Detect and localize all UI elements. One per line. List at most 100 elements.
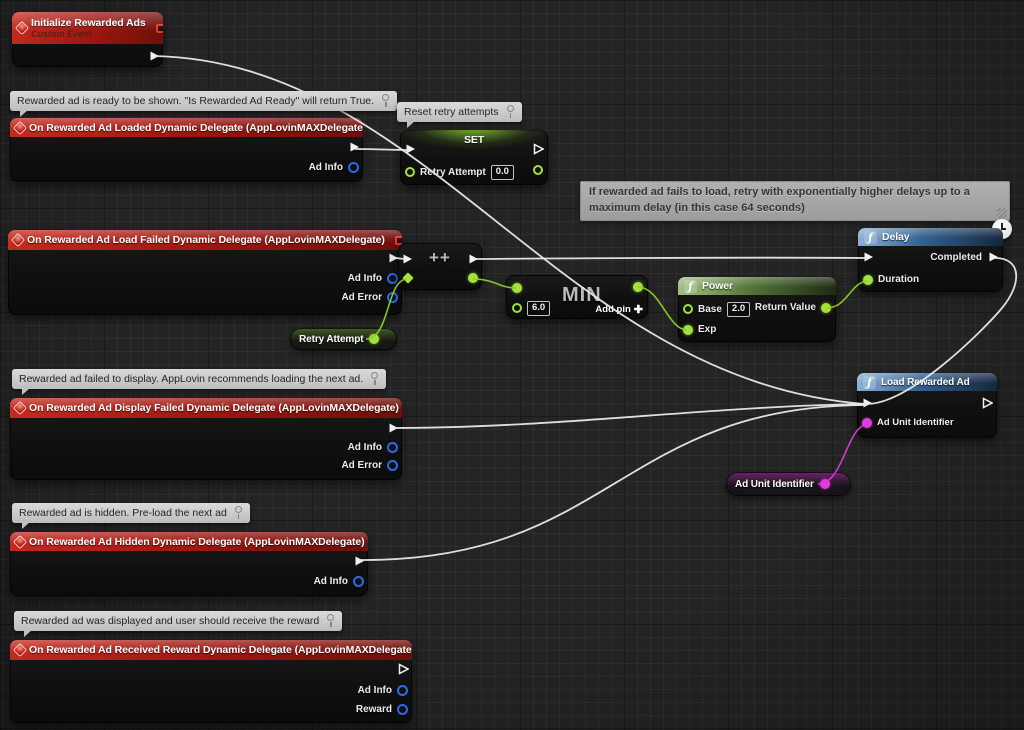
pin-label-duration: Duration — [878, 274, 919, 285]
node-title: Delay — [882, 231, 910, 243]
comment-pin-icon[interactable] — [370, 372, 379, 386]
increment-symbol: ++ — [429, 248, 451, 268]
function-icon — [863, 376, 876, 389]
add-pin-label: Add pin — [595, 304, 630, 315]
retry-attempt-input-pin[interactable] — [405, 167, 415, 177]
ad-error-pin[interactable] — [387, 460, 398, 471]
event-diamond-icon — [12, 234, 23, 245]
retry-attempt-value-input[interactable]: 0.0 — [491, 165, 514, 180]
node-on-rewarded-ad-display-failed[interactable]: On Rewarded Ad Display Failed Dynamic De… — [10, 398, 402, 480]
comment-bubble-display-failed: Rewarded ad failed to display. AppLovin … — [12, 369, 386, 389]
pin-label-ad-error: Ad Error — [341, 292, 382, 303]
wire-increment-to-delay — [474, 258, 867, 259]
node-title: On Rewarded Ad Received Reward Dynamic D… — [29, 644, 412, 656]
function-icon — [684, 280, 697, 293]
duration-input-pin[interactable] — [863, 275, 873, 285]
retry-attempt-output-pin[interactable] — [369, 334, 379, 344]
pin-label-ad-error: Ad Error — [341, 460, 382, 471]
min-input-b-pin[interactable] — [512, 303, 522, 313]
blueprint-graph-canvas[interactable]: Initialize Rewarded Ads Custom Event Rew… — [0, 0, 1024, 730]
comment-pin-icon[interactable] — [506, 105, 515, 119]
event-diamond-icon — [14, 536, 25, 547]
ad-info-pin[interactable] — [387, 442, 398, 453]
pin-label-exp: Exp — [698, 324, 716, 335]
getter-ad-unit-identifier[interactable]: Ad Unit Identifier — [726, 472, 851, 496]
node-min[interactable]: 6.0 MIN Add pin ✚ — [506, 275, 648, 319]
comment-bubble-reset-retry: Reset retry attempts — [397, 102, 522, 122]
comment-text: If rewarded ad fails to load, retry with… — [589, 186, 970, 214]
exec-in-pin[interactable] — [404, 143, 416, 155]
exec-out-pin[interactable] — [981, 397, 993, 409]
pin-label-ad-info: Ad Info — [348, 442, 382, 453]
completed-exec-pin[interactable] — [987, 251, 999, 263]
value-output-pin[interactable] — [468, 273, 478, 283]
set-node-header: SET — [400, 130, 548, 150]
node-increment[interactable]: ++ — [398, 243, 482, 290]
pin-label-ad-info: Ad Info — [314, 576, 348, 587]
comment-text: Rewarded ad was displayed and user shoul… — [21, 615, 319, 627]
pin-label-reward: Reward — [356, 704, 392, 715]
node-initialize-rewarded-ads[interactable]: Initialize Rewarded Ads Custom Event — [12, 12, 163, 67]
ad-info-pin[interactable] — [387, 273, 398, 284]
min-input-a-pin[interactable] — [512, 283, 522, 293]
event-diamond-icon — [14, 644, 25, 655]
delegate-node-header: On Rewarded Ad Received Reward Dynamic D… — [10, 640, 412, 660]
value-input-pin[interactable] — [402, 272, 413, 283]
delegate-node-header: On Rewarded Ad Hidden Dynamic Delegate (… — [10, 532, 368, 551]
event-diamond-icon — [16, 22, 27, 33]
comment-text: Rewarded ad is hidden. Pre-load the next… — [19, 507, 227, 519]
ad-info-pin[interactable] — [348, 162, 359, 173]
node-title: On Rewarded Ad Hidden Dynamic Delegate (… — [29, 536, 365, 548]
node-set-retry-attempt[interactable]: SET Retry Attempt 0.0 — [400, 130, 548, 185]
pin-label-ad-info: Ad Info — [309, 162, 343, 173]
comment-box-retry-strategy[interactable]: If rewarded ad fails to load, retry with… — [580, 181, 1010, 221]
delegate-pin[interactable] — [156, 24, 163, 33]
min-output-pin[interactable] — [633, 282, 643, 292]
min-input-b-value[interactable]: 6.0 — [527, 301, 550, 316]
ad-unit-output-pin[interactable] — [820, 479, 830, 489]
node-on-rewarded-ad-loaded[interactable]: On Rewarded Ad Loaded Dynamic Delegate (… — [10, 118, 363, 182]
comment-text: Reset retry attempts — [404, 106, 499, 118]
node-title: Initialize Rewarded Ads — [31, 17, 146, 29]
event-diamond-icon — [14, 122, 25, 133]
variable-name: Ad Unit Identifier — [735, 479, 814, 490]
exec-in-pin[interactable] — [862, 251, 874, 263]
exec-in-pin[interactable] — [861, 397, 873, 409]
node-title: On Rewarded Ad Load Failed Dynamic Deleg… — [27, 234, 385, 246]
base-value-input[interactable]: 2.0 — [727, 302, 750, 317]
function-node-header: Load Rewarded Ad — [857, 373, 997, 391]
ad-error-pin[interactable] — [387, 292, 398, 303]
exec-in-pin[interactable] — [401, 253, 413, 265]
exec-out-pin[interactable] — [353, 555, 365, 567]
comment-pin-icon[interactable] — [326, 614, 335, 628]
node-on-rewarded-ad-load-failed[interactable]: On Rewarded Ad Load Failed Dynamic Deleg… — [8, 230, 402, 315]
delegate-node-header: On Rewarded Ad Display Failed Dynamic De… — [10, 398, 402, 418]
ad-info-pin[interactable] — [353, 576, 364, 587]
add-pin-button[interactable]: Add pin ✚ — [595, 303, 643, 316]
pin-label-ad-unit-identifier: Ad Unit Identifier — [877, 417, 954, 428]
function-icon — [864, 231, 877, 244]
ad-unit-identifier-input-pin[interactable] — [862, 418, 872, 428]
exec-out-pin[interactable] — [387, 422, 399, 434]
node-title: Load Rewarded Ad — [881, 377, 970, 388]
node-power[interactable]: Power Base 2.0 Return Value Exp — [678, 277, 836, 342]
ad-info-pin[interactable] — [397, 685, 408, 696]
node-on-rewarded-ad-received-reward[interactable]: On Rewarded Ad Received Reward Dynamic D… — [10, 640, 412, 723]
reward-pin[interactable] — [397, 704, 408, 715]
function-node-header: Delay — [858, 228, 1003, 246]
return-value-pin[interactable] — [821, 303, 831, 313]
getter-retry-attempt[interactable]: Retry Attempt — [290, 328, 397, 350]
exec-out-pin[interactable] — [397, 663, 409, 675]
comment-pin-icon[interactable] — [381, 94, 390, 108]
set-output-pin[interactable] — [533, 165, 543, 175]
base-input-pin[interactable] — [683, 304, 693, 314]
exec-out-pin[interactable] — [467, 253, 479, 265]
node-delay[interactable]: Delay Completed Duration — [858, 228, 1003, 292]
exec-out-pin[interactable] — [148, 50, 160, 62]
comment-pin-icon[interactable] — [234, 506, 243, 520]
node-on-rewarded-ad-hidden[interactable]: On Rewarded Ad Hidden Dynamic Delegate (… — [10, 532, 368, 596]
node-load-rewarded-ad[interactable]: Load Rewarded Ad Ad Unit Identifier — [857, 373, 997, 438]
exp-input-pin[interactable] — [683, 325, 693, 335]
exec-out-pin[interactable] — [532, 143, 544, 155]
exec-out-pin[interactable] — [348, 141, 360, 153]
